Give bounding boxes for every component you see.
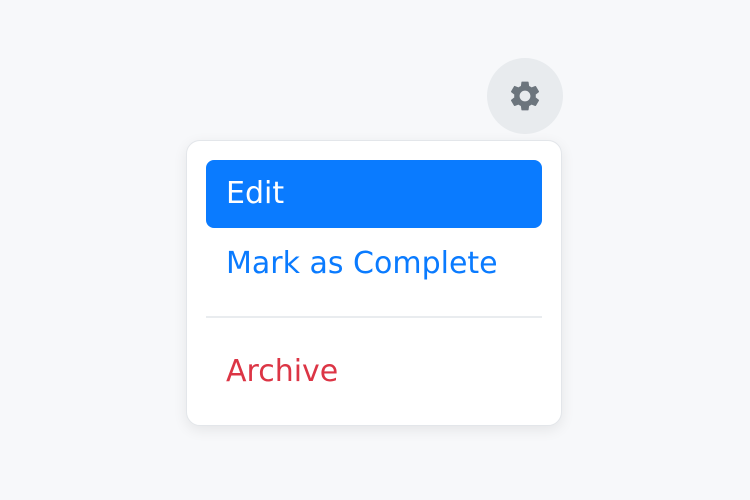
menu-item-mark-complete[interactable]: Mark as Complete bbox=[206, 230, 542, 298]
menu-item-label: Edit bbox=[226, 176, 285, 211]
menu-item-label: Archive bbox=[226, 354, 339, 389]
menu-item-label: Mark as Complete bbox=[226, 246, 498, 281]
dropdown-menu: Edit Mark as Complete Archive bbox=[186, 140, 562, 426]
menu-item-edit[interactable]: Edit bbox=[206, 160, 542, 228]
stage: Edit Mark as Complete Archive bbox=[0, 0, 750, 500]
gear-icon bbox=[507, 78, 543, 114]
menu-divider bbox=[206, 316, 542, 318]
menu-item-archive[interactable]: Archive bbox=[206, 338, 542, 406]
settings-button[interactable] bbox=[487, 58, 563, 134]
